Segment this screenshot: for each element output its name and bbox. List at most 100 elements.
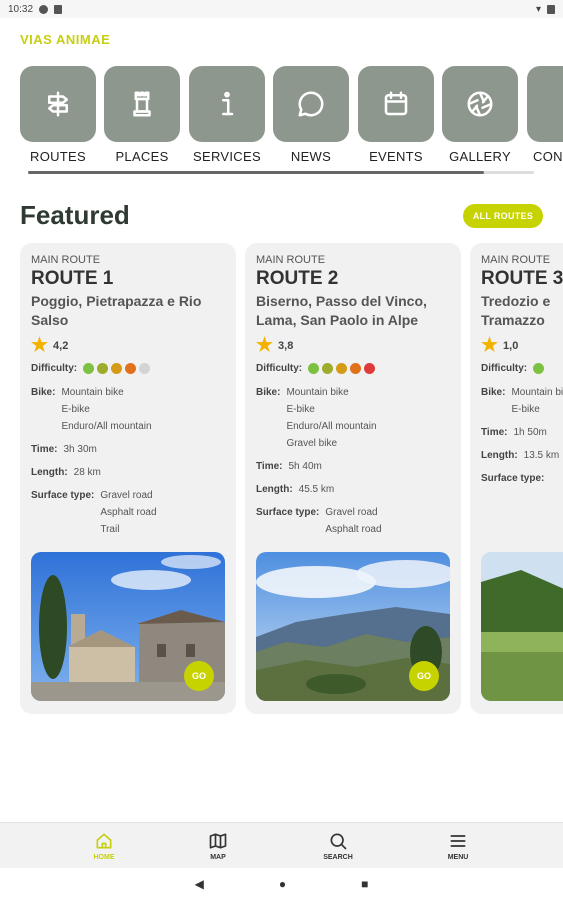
length-value: 13.5 km [523, 450, 560, 461]
category-routes[interactable]: ROUTES [20, 66, 96, 164]
route-rating: ★ 1,0 [481, 336, 563, 355]
rating-value: 4,2 [53, 339, 69, 352]
category-services[interactable]: SERVICES [189, 66, 265, 164]
status-bar: 10:32 ▾ [0, 0, 563, 18]
time-label: Time: [256, 461, 283, 472]
length-row: Length: 13.5 km [481, 447, 563, 464]
time-value: 5h 40m [288, 461, 322, 472]
bike-label: Bike: [31, 387, 56, 398]
difficulty-dot [533, 363, 545, 374]
surface-row: Surface type: Gravel road Asphalt road T… [31, 487, 225, 538]
all-routes-button[interactable]: ALL ROUTES [463, 204, 543, 228]
star-icon: ★ [31, 335, 49, 356]
time-value: 3h 30m [63, 444, 97, 455]
recents-square-icon[interactable]: ■ [361, 877, 368, 891]
length-label: Length: [31, 467, 68, 478]
scrollbar-thumb[interactable] [28, 171, 484, 174]
difficulty-dot [308, 363, 320, 374]
category-scrollbar[interactable] [28, 171, 534, 174]
surface-type: Trail [100, 524, 120, 535]
star-icon: ★ [256, 335, 274, 356]
bike-row: Bike: Mountain bike E-bike [481, 384, 563, 418]
route-subtitle: Tredozio e Tramazzo [481, 292, 563, 330]
go-button[interactable]: GO [184, 661, 214, 691]
category-label: ROUTES [30, 149, 86, 164]
route-card[interactable]: MAIN ROUTE ROUTE 1 Poggio, Pietrapazza e… [20, 243, 236, 714]
surface-label: Surface type: [31, 490, 95, 501]
bike-type: Mountain bike [286, 387, 349, 398]
star-icon: ★ [481, 335, 499, 356]
length-value: 28 km [73, 467, 101, 478]
home-circle-icon[interactable]: ● [279, 877, 286, 891]
difficulty-dot [364, 363, 376, 374]
time-value: 1h 50m [513, 427, 547, 438]
route-subtitle-line: Salso [31, 312, 69, 328]
go-button[interactable]: GO [409, 661, 439, 691]
featured-routes-carousel[interactable]: MAIN ROUTE ROUTE 1 Poggio, Pietrapazza e… [20, 243, 563, 715]
bike-type: Gravel bike [286, 438, 338, 449]
difficulty-dots [83, 363, 151, 374]
category-events[interactable]: EVENTS [358, 66, 434, 164]
bike-type: Mountain bike [61, 387, 124, 398]
surface-row: Surface type: [481, 470, 563, 487]
category-gallery[interactable]: GALLERY [442, 66, 518, 164]
bike-row: Bike: Mountain bike E-bike Enduro/All mo… [31, 384, 225, 435]
wifi-icon: ▾ [535, 3, 541, 15]
surface-type: Gravel road [325, 507, 378, 518]
difficulty-dot [322, 363, 334, 374]
difficulty-dot [111, 363, 123, 374]
length-label: Length: [256, 484, 293, 495]
category-places[interactable]: PLACES [104, 66, 180, 164]
route-title: ROUTE 1 [31, 268, 114, 289]
category-news[interactable]: NEWS [273, 66, 349, 164]
battery-icon [547, 4, 555, 14]
nav-label: HOME [93, 854, 115, 861]
length-row: Length: 45.5 km [256, 481, 450, 498]
bike-type: Mountain bike [511, 387, 563, 398]
back-icon[interactable]: ◀ [195, 877, 204, 891]
rating-value: 3,8 [278, 339, 294, 352]
difficulty-label: Difficulty: [256, 363, 303, 374]
sim-card-icon [54, 4, 63, 14]
surface-row: Surface type: Gravel road Asphalt road [256, 504, 450, 538]
bike-label: Bike: [481, 387, 506, 398]
length-label: Length: [481, 450, 518, 461]
nav-search[interactable]: SEARCH [308, 831, 368, 861]
system-navigation-bar: ◀ ● ■ [0, 868, 563, 900]
difficulty-dot [125, 363, 137, 374]
nav-label: SEARCH [323, 854, 353, 861]
bike-row: Bike: Mountain bike E-bike Enduro/All mo… [256, 384, 450, 452]
nav-map[interactable]: MAP [188, 831, 248, 861]
difficulty-dot [83, 363, 95, 374]
bottom-navigation: HOME MAP SEARCH MENU [0, 822, 563, 868]
difficulty-label: Difficulty: [31, 363, 78, 374]
bike-label: Bike: [256, 387, 281, 398]
category-label: GALLERY [449, 149, 511, 164]
difficulty-dot [350, 363, 362, 374]
route-card[interactable]: MAIN ROUTE ROUTE 2 Biserno, Passo del Vi… [245, 243, 461, 714]
category-carousel[interactable]: ROUTES PLACES SERVICES NEWS EVENTS GALLE… [20, 66, 563, 166]
surface-type: Gravel road [100, 490, 153, 501]
route-photo[interactable] [481, 552, 563, 701]
route-subtitle-line: Tredozio e [481, 293, 551, 309]
surface-label: Surface type: [481, 473, 545, 484]
home-icon [96, 833, 112, 849]
signpost-icon [48, 91, 68, 117]
category-label: NEWS [290, 149, 332, 164]
category-label: CON [533, 149, 563, 164]
bike-type: E-bike [286, 404, 315, 415]
route-card[interactable]: MAIN ROUTE ROUTE 3 Tredozio e Tramazzo ★… [470, 243, 563, 714]
bike-type: Enduro/All mountain [286, 421, 377, 432]
category-contacts[interactable]: CON [527, 66, 563, 164]
route-photo[interactable]: GO [31, 552, 225, 701]
category-label: SERVICES [193, 149, 261, 164]
route-rating: ★ 3,8 [256, 336, 450, 355]
nav-home[interactable]: HOME [74, 831, 134, 861]
tower-icon [133, 91, 151, 117]
nav-menu[interactable]: MENU [428, 831, 488, 861]
forest-lake-photo [481, 552, 563, 701]
route-photo[interactable]: GO [256, 552, 450, 701]
app-notification-icon [39, 4, 49, 14]
app-title: VIAS ANIMAE [20, 32, 111, 47]
nav-label: MENU [447, 854, 469, 861]
